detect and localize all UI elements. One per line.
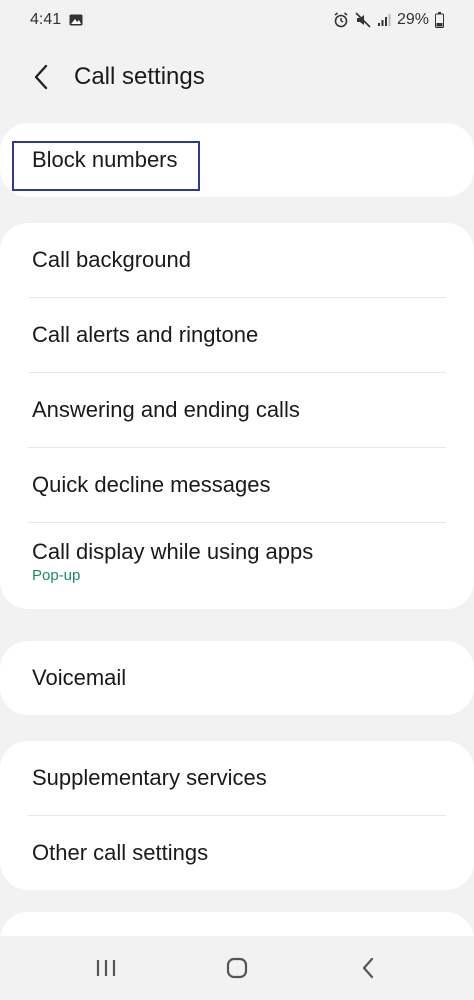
- row-block-numbers[interactable]: Block numbers: [0, 123, 474, 197]
- row-label: Call display while using apps: [32, 539, 314, 564]
- section-voicemail: Voicemail: [0, 641, 474, 715]
- image-icon: [69, 14, 83, 26]
- mute-icon: [355, 12, 371, 28]
- row-supplementary-services[interactable]: Supplementary services: [0, 741, 474, 815]
- row-label: Block numbers: [32, 147, 178, 172]
- back-icon: [363, 957, 374, 979]
- row-answering-ending[interactable]: Answering and ending calls: [0, 373, 474, 447]
- signal-icon: [377, 13, 391, 27]
- row-quick-decline[interactable]: Quick decline messages: [0, 448, 474, 522]
- row-other-call-settings[interactable]: Other call settings: [0, 816, 474, 890]
- row-sublabel: Pop-up: [32, 567, 81, 584]
- row-label: Other call settings: [32, 840, 209, 865]
- row-label: Supplementary services: [32, 765, 267, 790]
- battery-icon: [435, 12, 444, 28]
- status-bar: 4:41 29%: [0, 0, 474, 40]
- page-title: Call settings: [74, 63, 205, 90]
- status-time: 4:41: [30, 11, 62, 28]
- row-label: Voicemail: [32, 665, 127, 690]
- section-other: Supplementary services Other call settin…: [0, 741, 474, 890]
- back-arrow-icon: [34, 64, 48, 90]
- status-right: 29%: [333, 11, 444, 29]
- section-block: Block numbers: [0, 123, 474, 197]
- row-label: Call alerts and ringtone: [32, 322, 259, 347]
- screen: 4:41 29% Call settings Block numbers Cal…: [0, 0, 474, 1000]
- alarm-icon: [333, 12, 349, 28]
- battery-text: 29%: [396, 11, 429, 28]
- row-label: Quick decline messages: [32, 472, 271, 497]
- row-call-background[interactable]: Call background: [0, 223, 474, 297]
- recent-apps-button[interactable]: [76, 943, 136, 993]
- home-button[interactable]: [207, 943, 267, 993]
- section-call-options: Call background Call alerts and ringtone…: [0, 223, 474, 609]
- recent-apps-icon: [96, 960, 115, 976]
- nav-bar: [0, 936, 474, 1000]
- status-left: 4:41: [30, 11, 83, 29]
- row-label: Call background: [32, 247, 191, 272]
- home-icon: [226, 957, 248, 979]
- row-call-alerts[interactable]: Call alerts and ringtone: [0, 298, 474, 372]
- row-voicemail[interactable]: Voicemail: [0, 641, 474, 715]
- row-label: Answering and ending calls: [32, 397, 300, 422]
- row-call-display[interactable]: Call display while using apps Pop-up: [0, 523, 474, 609]
- app-header: Call settings: [0, 46, 474, 108]
- nav-back-button[interactable]: [338, 943, 398, 993]
- back-button[interactable]: [14, 49, 70, 105]
